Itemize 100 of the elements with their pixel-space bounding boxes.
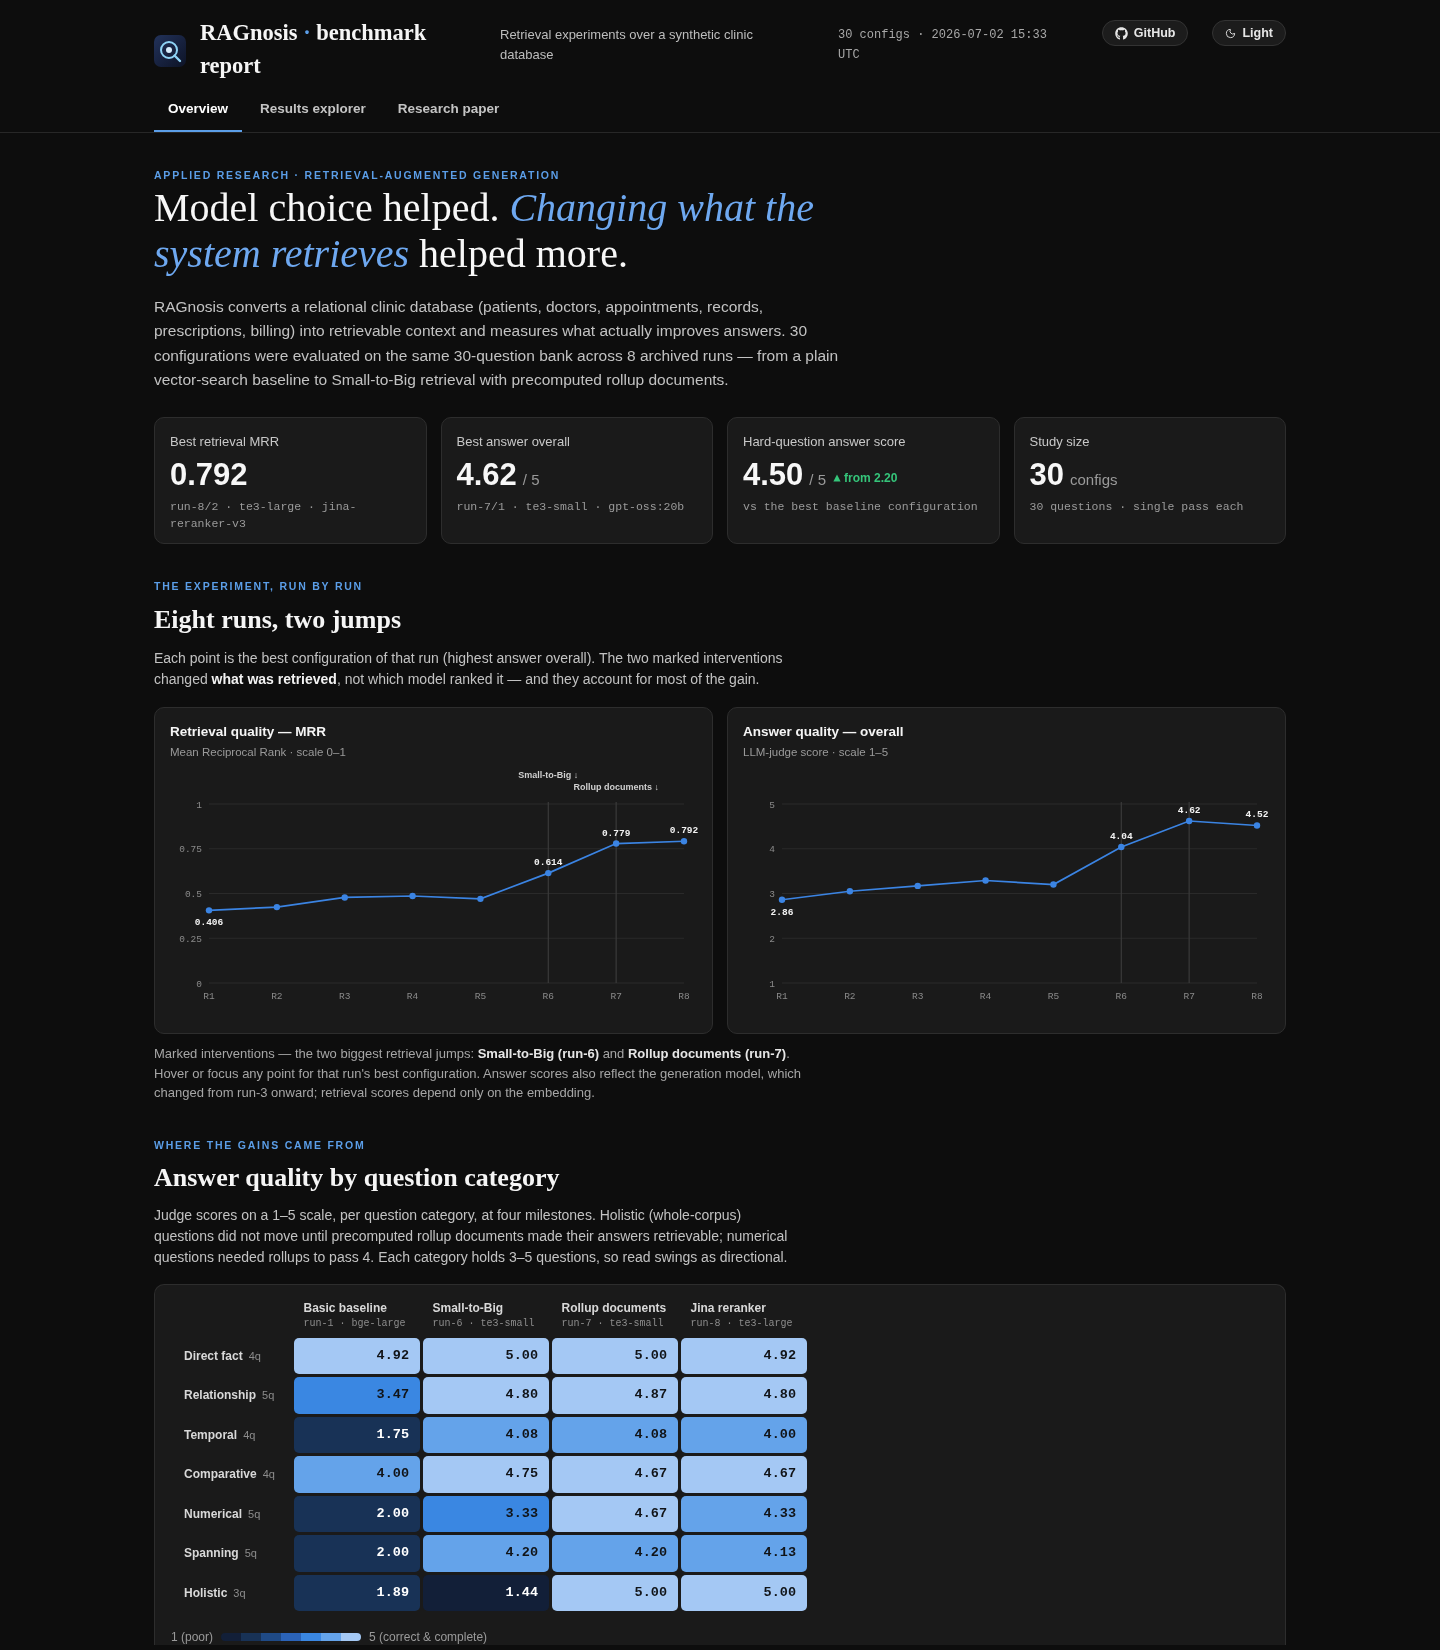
category-label: Numerical — [184, 1505, 243, 1523]
x-axis-label: R5 — [1047, 991, 1060, 1003]
score-cell: 3.33 — [422, 1495, 549, 1533]
y-axis-label: 2 — [769, 933, 775, 945]
score-cell: 5.00 — [551, 1337, 678, 1375]
data-point[interactable] — [846, 888, 854, 895]
column-heading: Jina reranker — [690, 1300, 767, 1316]
data-point[interactable] — [273, 904, 281, 911]
data-point[interactable] — [680, 838, 688, 845]
data-point[interactable] — [1253, 822, 1261, 829]
report-meta: 30 configs · 2026-07-02 15:33 UTC — [838, 27, 1048, 64]
stat-label: Best answer overall — [456, 433, 571, 452]
moon-icon — [1225, 27, 1237, 39]
y-axis-label: 0.75 — [179, 844, 202, 856]
stat-detail: 30 questions · single pass each — [1029, 499, 1245, 516]
y-axis-label: 0.25 — [179, 933, 202, 945]
y-axis-label: 1 — [196, 799, 202, 811]
question-count: 5q — [244, 1546, 257, 1562]
x-axis-label: R7 — [1183, 991, 1195, 1003]
score-cell: 4.75 — [422, 1456, 549, 1493]
site-title: RAGnosis · benchmark report — [200, 19, 428, 80]
annotation-label: Small-to-Big ↓ — [518, 770, 579, 781]
score-cell: 4.67 — [551, 1495, 678, 1533]
x-axis-label: R2 — [844, 991, 856, 1003]
data-point[interactable] — [1118, 843, 1125, 851]
category-label: Holistic — [184, 1584, 228, 1602]
column-heading: Small-to-Big — [432, 1300, 505, 1316]
x-axis-label: R6 — [1115, 991, 1127, 1003]
question-count: 5q — [262, 1388, 275, 1404]
stat-label: Best retrieval MRR — [170, 433, 281, 452]
score-cell: 4.92 — [680, 1337, 807, 1375]
section-heading: Eight runs, two jumps — [154, 604, 403, 637]
data-point[interactable] — [409, 893, 416, 900]
data-point[interactable] — [205, 907, 213, 914]
y-axis-label: 4 — [769, 844, 775, 856]
score-cell: 5.00 — [680, 1574, 807, 1612]
score-cell: 4.33 — [680, 1495, 807, 1533]
x-axis-label: R8 — [1251, 991, 1263, 1003]
up-triangle-icon — [833, 474, 842, 483]
score-cell: 4.08 — [551, 1416, 678, 1454]
github-icon — [1114, 26, 1128, 40]
data-point[interactable] — [778, 896, 786, 904]
data-point[interactable] — [1050, 881, 1057, 888]
score-cell: 4.80 — [422, 1377, 549, 1414]
question-count: 5q — [248, 1506, 261, 1522]
stat-delta: from 2.20 — [844, 470, 898, 488]
data-point[interactable] — [545, 870, 552, 877]
nav-tab[interactable]: Results explorer — [246, 88, 380, 132]
data-point[interactable] — [612, 840, 620, 847]
theme-toggle-button[interactable]: Light — [1212, 20, 1286, 46]
y-axis-label: 0.5 — [184, 889, 202, 901]
category-label: Direct fact — [184, 1347, 243, 1365]
score-cell: 4.20 — [551, 1535, 678, 1572]
stat-unit: configs — [1070, 470, 1118, 491]
x-axis-label: R6 — [542, 991, 554, 1003]
nav-tab[interactable]: Overview — [154, 88, 243, 132]
data-point[interactable] — [914, 882, 921, 890]
score-cell: 2.00 — [293, 1535, 420, 1572]
stat-detail: run-7/1 · te3-small · gpt-oss:20b — [456, 499, 686, 516]
x-axis-label: R2 — [271, 991, 283, 1003]
score-cell: 4.20 — [422, 1535, 549, 1572]
nav-tab[interactable]: Research paper — [383, 88, 514, 132]
section-eyebrow: THE EXPERIMENT, RUN BY RUN — [154, 579, 364, 595]
column-run: run-1 · bge-large — [303, 1316, 407, 1331]
stat-value: 30 — [1029, 457, 1064, 494]
score-cell: 1.44 — [422, 1574, 549, 1612]
value-label: 4.04 — [1109, 831, 1133, 843]
section-eyebrow: APPLIED RESEARCH · RETRIEVAL-AUGMENTED GENERATION — [154, 168, 562, 183]
chart-title: Retrieval quality — MRR — [170, 723, 328, 742]
site-tagline: Retrieval experiments over a synthetic clinic database — [500, 26, 754, 64]
value-label: 0.779 — [601, 827, 631, 839]
column-run: run-7 · te3-small — [561, 1316, 665, 1331]
section-paragraph: Judge scores on a 1–5 scale, per question category, at four milestones. Holistic (whole-corpus) questions did not move until precomputed rollup documents made their answers retrievable; numerical questions needed rollups to pass 4. Each category holds 3–5 questions, so read swings as directional. — [154, 1205, 789, 1267]
stat-value: 0.792 — [170, 457, 248, 494]
data-point[interactable] — [341, 894, 348, 901]
score-cell: 4.87 — [551, 1377, 678, 1414]
data-point[interactable] — [982, 877, 989, 884]
stat-unit: / 5 — [809, 470, 827, 491]
column-run: run-8 · te3-large — [690, 1316, 794, 1331]
x-axis-label: R5 — [474, 991, 487, 1003]
y-axis-label: 1 — [769, 978, 775, 990]
stat-value: 4.50 — [743, 457, 804, 494]
score-cell: 4.80 — [680, 1377, 807, 1414]
score-cell: 4.67 — [680, 1456, 807, 1493]
category-label: Temporal — [184, 1426, 238, 1444]
github-button[interactable]: GitHub — [1101, 20, 1189, 46]
stat-detail: vs the best baseline configuration — [743, 499, 979, 516]
chart-subtitle: LLM-judge score · scale 1–5 — [743, 745, 890, 761]
score-cell: 4.08 — [422, 1416, 549, 1454]
x-axis-label: R4 — [979, 991, 992, 1003]
section-paragraph: Each point is the best configuration of that run (highest answer overall). The two marked interventions changed what was retrieved, not which model ranked it — and they account for most of the gain. — [154, 649, 784, 690]
data-point[interactable] — [477, 895, 484, 903]
section-eyebrow: WHERE THE GAINS CAME FROM — [154, 1137, 367, 1153]
score-cell: 5.00 — [422, 1337, 549, 1375]
category-label: Spanning — [184, 1545, 239, 1563]
section-heading: Answer quality by question category — [154, 1161, 561, 1194]
x-axis-label: R1 — [203, 991, 215, 1003]
data-point[interactable] — [1185, 818, 1193, 825]
category-label: Relationship — [184, 1387, 256, 1405]
y-axis-label: 5 — [769, 799, 775, 811]
